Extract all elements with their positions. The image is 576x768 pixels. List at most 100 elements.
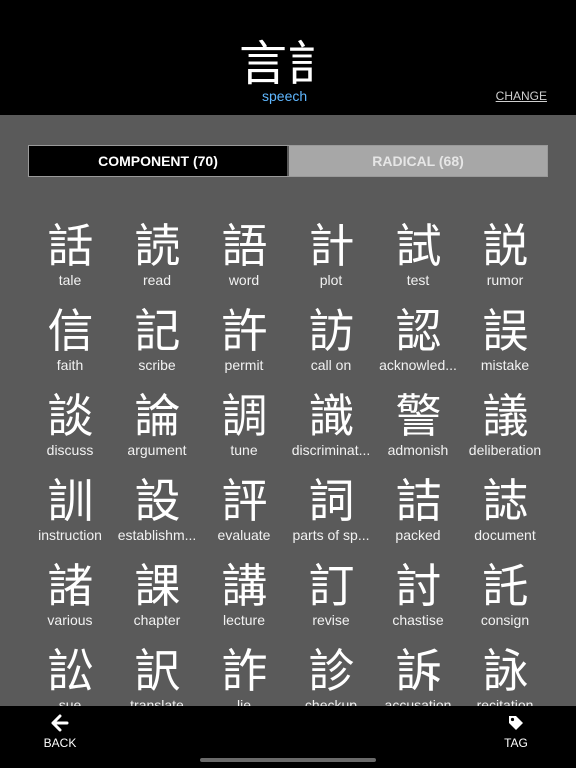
kanji-cell[interactable]: 誤 mistake [462,305,549,390]
kanji-cell[interactable]: 訓 instruction [27,475,114,560]
kanji-meaning: lecture [222,612,266,628]
kanji-meaning: consign [480,612,530,628]
kanji-character: 談 [47,389,94,443]
kanji-character: 詰 [395,474,442,528]
kanji-meaning: rumor [486,272,524,288]
kanji-cell[interactable]: 許 permit [201,305,288,390]
kanji-cell[interactable]: 説 rumor [462,220,549,305]
kanji-cell[interactable]: 訳 translate [114,645,201,706]
kanji-grid: 話 tale 読 read 語 word 計 plot 試 test 説 rumor 信 faith 記 sc… [27,220,549,706]
kanji-character: 読 [134,220,181,273]
kanji-character: 評 [221,474,268,528]
tag-button[interactable]: TAG [486,714,546,750]
change-link[interactable]: CHANGE [496,89,547,103]
kanji-meaning: chapter [133,612,181,628]
kanji-character: 訂 [308,559,355,613]
kanji-character: 調 [221,389,268,443]
back-label: BACK [43,736,77,750]
kanji-cell[interactable]: 議 deliberation [462,390,549,475]
kanji-meaning: tale [58,272,82,288]
kanji-meaning: word [228,272,260,288]
kanji-character: 診 [308,644,355,698]
kanji-cell[interactable]: 談 discuss [27,390,114,475]
header-kanji: 言訁 [238,36,337,92]
kanji-cell[interactable]: 識 discriminat... [288,390,375,475]
kanji-character: 設 [134,474,181,528]
kanji-cell[interactable]: 詰 packed [375,475,462,560]
kanji-meaning: discriminat... [291,442,371,458]
kanji-character: 論 [134,389,181,443]
tag-icon [486,714,546,736]
kanji-cell[interactable]: 論 argument [114,390,201,475]
kanji-character: 説 [482,220,529,273]
kanji-cell[interactable]: 計 plot [288,220,375,305]
kanji-cell[interactable]: 認 acknowled... [375,305,462,390]
kanji-meaning: establishm... [117,527,197,543]
kanji-meaning: parts of sp... [292,527,370,543]
kanji-character: 誤 [482,304,529,358]
kanji-character: 詠 [482,644,529,698]
kanji-character: 許 [221,304,268,358]
kanji-character: 信 [47,304,94,358]
kanji-meaning: test [406,272,430,288]
kanji-meaning: translate [130,697,184,706]
kanji-cell[interactable]: 訴 accusation [375,645,462,706]
kanji-cell[interactable]: 諸 various [27,560,114,645]
kanji-meaning: argument [127,442,187,458]
kanji-meaning: revise [312,612,350,628]
kanji-meaning: faith [56,357,84,373]
kanji-cell[interactable]: 訂 revise [288,560,375,645]
kanji-meaning: deliberation [468,442,542,458]
kanji-cell[interactable]: 調 tune [201,390,288,475]
kanji-cell[interactable]: 信 faith [27,305,114,390]
header-meaning: speech [262,88,308,104]
kanji-cell[interactable]: 託 consign [462,560,549,645]
kanji-character: 講 [221,559,268,613]
kanji-meaning: permit [224,357,264,373]
kanji-cell[interactable]: 記 scribe [114,305,201,390]
kanji-meaning: mistake [480,357,530,373]
kanji-meaning: chastise [392,612,444,628]
kanji-character: 訟 [47,644,94,698]
kanji-character: 討 [395,559,442,613]
kanji-cell[interactable]: 課 chapter [114,560,201,645]
bottom-toolbar: BACK TAG [0,706,576,768]
kanji-meaning: discuss [46,442,94,458]
arrow-left-icon [30,714,90,736]
kanji-meaning: packed [395,527,441,543]
kanji-character: 訳 [134,644,181,698]
kanji-cell[interactable]: 設 establishm... [114,475,201,560]
kanji-character: 記 [134,304,181,358]
kanji-meaning: various [47,612,93,628]
kanji-character: 識 [308,389,355,443]
kanji-meaning: sue [58,697,82,706]
kanji-character: 訪 [308,304,355,358]
home-indicator [200,758,376,762]
kanji-cell[interactable]: 講 lecture [201,560,288,645]
kanji-cell[interactable]: 試 test [375,220,462,305]
kanji-cell[interactable]: 訟 sue [27,645,114,706]
kanji-cell[interactable]: 語 word [201,220,288,305]
kanji-character: 訴 [395,644,442,698]
tab-radical[interactable]: RADICAL (68) [287,146,547,176]
kanji-cell[interactable]: 詞 parts of sp... [288,475,375,560]
kanji-meaning: checkup [304,697,358,706]
kanji-cell[interactable]: 読 read [114,220,201,305]
kanji-cell[interactable]: 詠 recitation [462,645,549,706]
kanji-cell[interactable]: 警 admonish [375,390,462,475]
kanji-character: 認 [395,304,442,358]
back-button[interactable]: BACK [30,714,90,750]
kanji-character: 計 [308,220,355,273]
kanji-cell[interactable]: 診 checkup [288,645,375,706]
kanji-character: 託 [482,559,529,613]
kanji-character: 諸 [47,559,94,613]
kanji-meaning: call on [310,357,352,373]
kanji-cell[interactable]: 評 evaluate [201,475,288,560]
kanji-meaning: read [142,272,172,288]
kanji-cell[interactable]: 話 tale [27,220,114,305]
kanji-cell[interactable]: 詐 lie [201,645,288,706]
kanji-cell[interactable]: 訪 call on [288,305,375,390]
tab-component[interactable]: COMPONENT (70) [29,146,287,176]
kanji-cell[interactable]: 討 chastise [375,560,462,645]
kanji-cell[interactable]: 誌 document [462,475,549,560]
